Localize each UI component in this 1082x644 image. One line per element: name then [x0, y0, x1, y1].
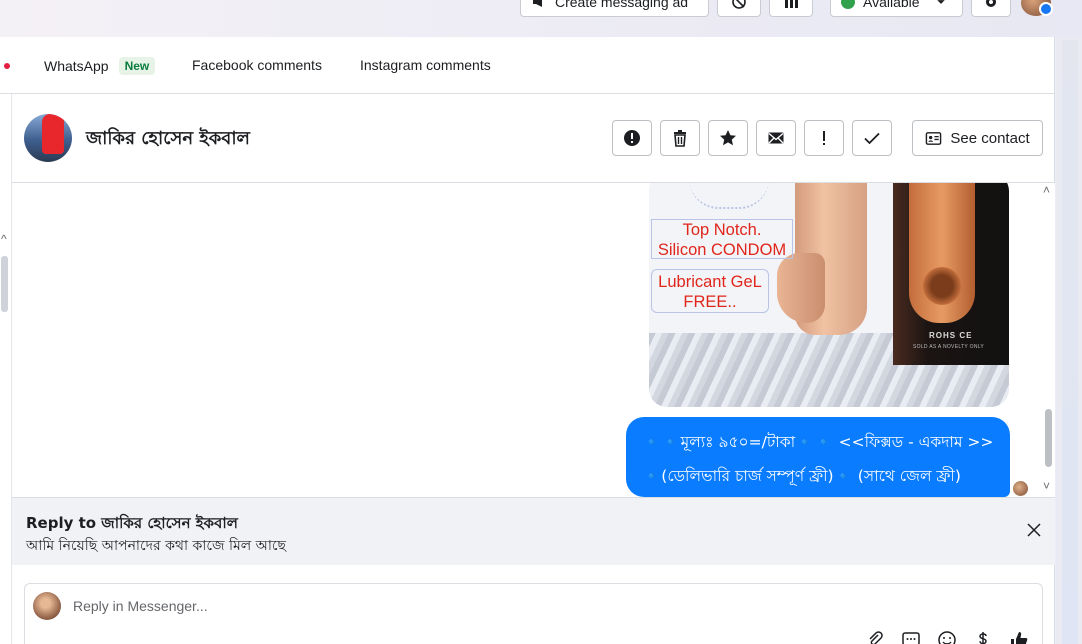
exclamation-icon: [823, 131, 825, 145]
conversation-list-edge: ^: [0, 94, 12, 644]
insights-button[interactable]: [769, 0, 813, 17]
mark-spam-button[interactable]: [612, 120, 652, 156]
message-line: 🔹🔹মূল্যঃ ৯৫০=/টাকা🔹🔹 <<ফিক্সড - একদাম >>: [642, 433, 994, 451]
product-image-attachment[interactable]: ROHS CE SOLD AS A NOVELTY ONLY Top Notch…: [649, 183, 1009, 407]
create-ad-label: Create messaging ad: [555, 0, 689, 10]
tab-whatsapp-label: WhatsApp: [44, 58, 109, 74]
delete-button[interactable]: [660, 120, 700, 156]
seen-avatar: [1013, 481, 1028, 496]
reply-quoted-text: আমি নিয়েছি আপনাদের কথা কাজে মিল আছে: [26, 538, 287, 554]
bar-chart-icon: [785, 0, 798, 8]
thumbs-up-icon[interactable]: [1009, 630, 1029, 644]
box-sublabel: SOLD AS A NOVELTY ONLY: [913, 344, 985, 350]
tab-instagram-label: Instagram comments: [360, 57, 491, 73]
dollar-icon[interactable]: [973, 630, 993, 644]
thread-scrollbar[interactable]: ˄ ˅: [1042, 183, 1055, 497]
sent-message-bubble[interactable]: 🔹🔹মূল্যঃ ৯৫০=/টাকা🔹🔹 <<ফিক্সড - একদাম >>…: [626, 417, 1010, 497]
conversation-list-scrollbar[interactable]: [1, 256, 8, 312]
saved-replies-icon[interactable]: [901, 630, 921, 644]
reply-input[interactable]: [73, 592, 973, 620]
alert-circle-icon: [624, 130, 640, 146]
see-contact-label: See contact: [950, 129, 1030, 147]
gear-icon: [986, 0, 996, 7]
create-messaging-ad-button[interactable]: Create messaging ad: [520, 0, 709, 17]
status-dot-icon: [841, 0, 855, 9]
tab-facebook-comments[interactable]: Facebook comments: [192, 57, 322, 73]
tab-facebook-label: Facebook comments: [192, 57, 322, 73]
settings-button[interactable]: [971, 0, 1011, 17]
envelope-icon: [768, 132, 784, 144]
follow-up-button[interactable]: [804, 120, 844, 156]
close-icon[interactable]: [1024, 520, 1044, 540]
chevron-up-icon[interactable]: ^: [1, 232, 7, 246]
tab-whatsapp[interactable]: WhatsApp New: [44, 57, 156, 75]
star-icon: [720, 130, 736, 146]
mark-done-button[interactable]: [852, 120, 892, 156]
new-badge: New: [118, 57, 156, 75]
chevron-down-icon[interactable]: ˅: [1043, 479, 1050, 493]
inbox-panel: WhatsApp New Facebook comments Instagram…: [0, 37, 1055, 644]
link-off-button[interactable]: [717, 0, 761, 17]
availability-dropdown[interactable]: Available: [830, 0, 963, 17]
tab-instagram-comments[interactable]: Instagram comments: [360, 57, 491, 73]
thread-scroll-thumb[interactable]: [1045, 409, 1052, 467]
checkmark-icon: [864, 132, 880, 145]
unlink-icon: [732, 0, 746, 9]
box-label: ROHS CE: [929, 331, 973, 340]
trash-icon: [674, 130, 686, 147]
chevron-up-icon[interactable]: ˄: [1043, 183, 1050, 197]
reply-context-bar: Reply to জাকির হোসেন ইকবাল আমি নিয়েছি আ…: [12, 497, 1055, 565]
top-app-bar: Create messaging ad Available: [0, 0, 1082, 38]
right-side-panel-edge: [1062, 40, 1078, 644]
megaphone-icon: [533, 0, 542, 7]
paperclip-icon[interactable]: [865, 630, 885, 644]
availability-label: Available: [863, 0, 920, 10]
page-avatar: [33, 592, 61, 620]
facebook-badge-icon: [1039, 2, 1053, 16]
emoji-icon[interactable]: [937, 630, 957, 644]
star-button[interactable]: [708, 120, 748, 156]
contact-avatar[interactable]: [24, 114, 72, 162]
chevron-down-icon: [937, 0, 944, 4]
image-label-condom: Top Notch. Silicon CONDOM: [651, 219, 793, 259]
conversation-header: জাকির হোসেন ইকবাল See contact: [12, 94, 1055, 183]
see-contact-button[interactable]: See contact: [912, 120, 1043, 156]
channel-tabs: WhatsApp New Facebook comments Instagram…: [0, 37, 1055, 94]
message-thread: ROHS CE SOLD AS A NOVELTY ONLY Top Notch…: [12, 183, 1055, 497]
message-line: 🔹(ডেলিভারি চার্জ সম্পূর্ণ ফ্রী)🔹 (সাথে জ…: [642, 467, 961, 485]
image-label-lubricant: Lubricant GeL FREE..: [651, 269, 769, 313]
mark-unread-button[interactable]: [756, 120, 796, 156]
contact-name: জাকির হোসেন ইকবাল: [86, 128, 250, 149]
unread-dot: [4, 63, 10, 69]
contact-card-icon: [926, 131, 942, 145]
message-composer: [24, 583, 1043, 644]
